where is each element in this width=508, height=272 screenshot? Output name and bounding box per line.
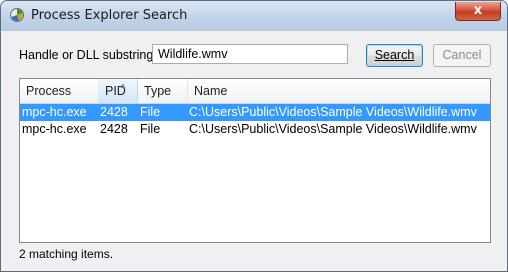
- table-row[interactable]: mpc-hc.exe 2428 File C:\Users\Public\Vid…: [20, 121, 490, 138]
- window-title: Process Explorer Search: [31, 8, 188, 23]
- cell-type: File: [140, 105, 161, 119]
- cell-process: mpc-hc.exe: [22, 122, 87, 136]
- sort-ascending-icon: ▲: [119, 81, 127, 90]
- close-button[interactable]: x: [455, 2, 501, 21]
- status-text: 2 matching items.: [19, 247, 114, 261]
- dialog-body: Handle or DLL substring: Wildlife.wmv Se…: [9, 31, 499, 263]
- cell-pid: 2428: [100, 105, 128, 119]
- column-label-process: Process: [26, 84, 72, 98]
- search-button[interactable]: Search: [366, 44, 423, 67]
- cancel-button[interactable]: Cancel: [433, 44, 491, 67]
- results-list[interactable]: Process ▲ PID Type Name mpc-hc.exe 2428 …: [19, 78, 491, 243]
- column-label-type: Type: [144, 84, 172, 98]
- search-input[interactable]: Wildlife.wmv: [152, 44, 348, 64]
- column-header-process[interactable]: Process: [20, 79, 99, 103]
- process-explorer-icon: [9, 7, 25, 23]
- cell-pid: 2428: [100, 122, 128, 136]
- column-header-name[interactable]: Name: [188, 79, 490, 103]
- search-field-label: Handle or DLL substring:: [19, 48, 157, 62]
- cell-name: C:\Users\Public\Videos\Sample Videos\Wil…: [189, 122, 477, 136]
- cell-process: mpc-hc.exe: [22, 105, 87, 119]
- title-bar[interactable]: Process Explorer Search x: [1, 1, 507, 31]
- close-icon: x: [473, 3, 483, 18]
- cell-type: File: [140, 122, 161, 136]
- search-dialog: Process Explorer Search x Handle or DLL …: [0, 0, 508, 272]
- table-row[interactable]: mpc-hc.exe 2428 File C:\Users\Public\Vid…: [20, 104, 490, 121]
- cell-name: C:\Users\Public\Videos\Sample Videos\Wil…: [189, 105, 477, 119]
- column-label-name: Name: [194, 84, 228, 98]
- cancel-button-label: Cancel: [442, 48, 482, 62]
- column-header-type[interactable]: Type: [138, 79, 188, 103]
- search-button-label: Search: [374, 48, 415, 62]
- results-header: Process ▲ PID Type Name: [20, 79, 490, 104]
- column-header-pid[interactable]: ▲ PID: [99, 79, 138, 103]
